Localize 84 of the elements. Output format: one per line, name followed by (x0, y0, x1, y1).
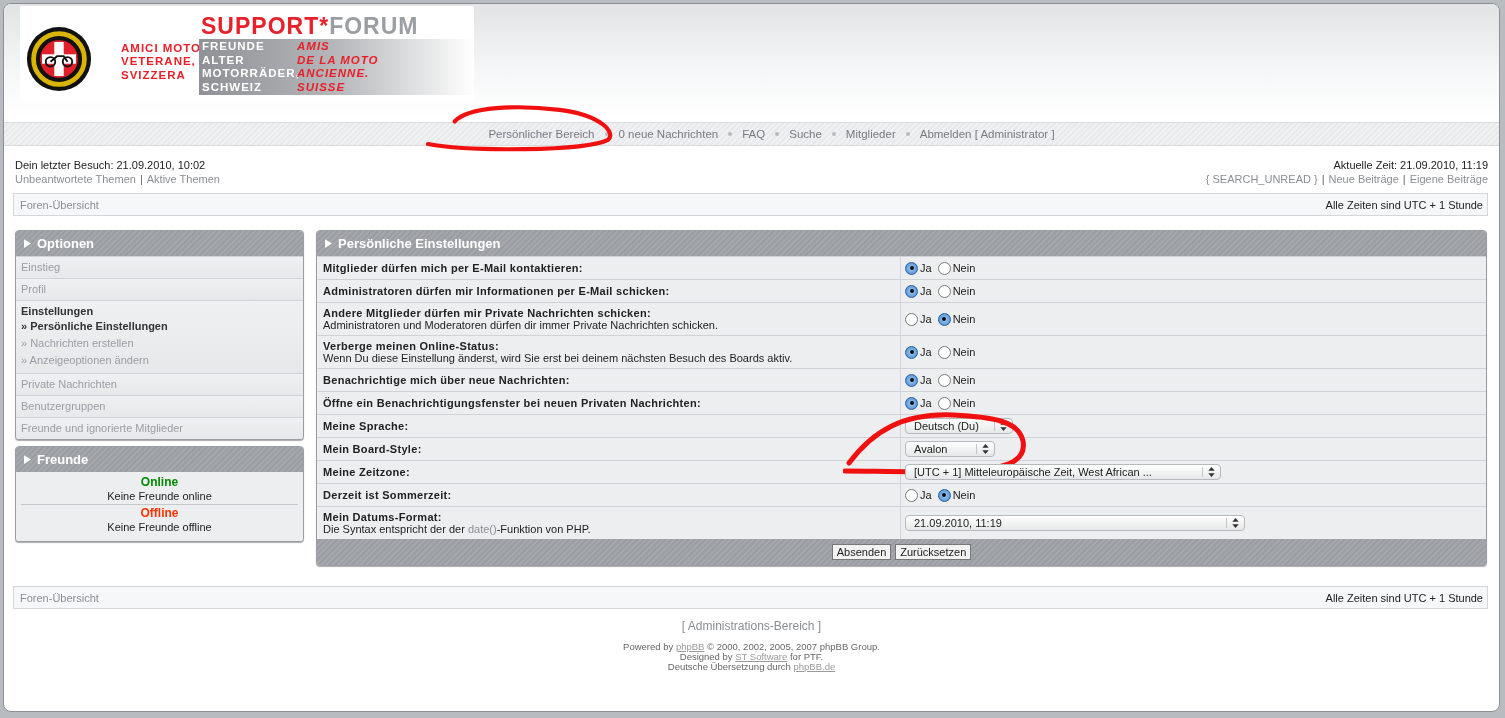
credits-text: Deutsche Übersetzung durch phpBB.de (667, 662, 836, 672)
radio-label[interactable]: Ja (920, 489, 932, 501)
banner-text: VETERANE, (121, 55, 197, 69)
posts-link[interactable]: Eigene Beiträge (1409, 172, 1488, 186)
radio-label[interactable]: Ja (920, 397, 932, 409)
timezone-text: Alle Zeiten sind UTC + 1 Stunde (1325, 198, 1483, 211)
setting-label: Andere Mitglieder dürfen mir Private Nachrichten schicken: (323, 307, 652, 319)
friend-status: Offline (140, 506, 179, 520)
friends-text: Keine Freunde offline (107, 520, 212, 534)
radio-label[interactable]: Ja (920, 313, 932, 325)
nav-link[interactable]: Suche (789, 128, 822, 140)
setting-label: Verberge meinen Online-Status: (323, 340, 500, 352)
hint-link[interactable]: date() (467, 523, 497, 535)
radio-label[interactable]: Ja (920, 374, 932, 386)
separator: | (1321, 172, 1325, 186)
credits-text: Powered by phpBB © 2000, 2002, 2005, 2007 phpBB Group. (623, 642, 880, 652)
setting-hint: Die Syntax entspricht der der date()-Funktion von PHP. (323, 523, 592, 535)
setting-label: Meine Sprache: (323, 420, 410, 432)
last-visit-text: Dein letzter Besuch: 21.09.2010, 10:02 (15, 158, 207, 172)
dropdown[interactable]: Avalon (905, 441, 995, 457)
current-time-text: Aktuelle Zeit: 21.09.2010, 11:19 (1333, 158, 1488, 172)
timezone-text: Alle Zeiten sind UTC + 1 Stunde (1325, 591, 1483, 604)
separator: | (139, 172, 143, 186)
banner-text: FREUNDE (202, 40, 266, 54)
menu-item[interactable]: Einstellungen (21, 305, 298, 318)
friend-status: Online (140, 475, 179, 489)
posts-link[interactable]: { SEARCH_UNREAD } (1205, 172, 1318, 186)
dropdown[interactable]: [UTC + 1] Mitteleuropäische Zeit, West African ... (905, 464, 1221, 480)
radio-label[interactable]: Nein (952, 397, 976, 409)
setting-label: Benachrichtige mich über neue Nachrichten: (323, 374, 571, 386)
banner-text: MOTORRÄDER, (202, 67, 297, 81)
banner-text: AMICI MOTO (121, 41, 199, 56)
setting-label: Öffne ein Benachrichtigungsfenster bei neuen Privaten Nachrichten: (323, 397, 702, 409)
submenu-item[interactable]: » Nachrichten erstellen (21, 335, 298, 352)
credits-link[interactable]: ST Software (735, 651, 788, 662)
radio-label[interactable]: Nein (952, 285, 976, 297)
radio-label[interactable]: Nein (952, 262, 976, 274)
banner-text: DE LA MOTO (297, 53, 379, 67)
setting-hint: Wenn Du diese Einstellung änderst, wird Sie erst bei deinem nächsten Besuch des Boards aktiv. (323, 352, 794, 364)
separator: | (1402, 172, 1406, 186)
forum-title: SUPPORT*FORUM (201, 13, 420, 39)
breadcrumb-link[interactable]: Foren-Übersicht (20, 198, 99, 211)
topic-link[interactable]: Unbeantwortete Themen (15, 172, 136, 186)
friends-text: Keine Freunde online (107, 489, 212, 503)
panel-title: Optionen (37, 236, 95, 251)
radio-label[interactable]: Ja (920, 346, 932, 358)
setting-label: Mein Datums-Format: (323, 511, 443, 523)
banner-text: AMIS (297, 40, 331, 54)
topic-link[interactable]: Aktive Themen (146, 172, 220, 186)
radio-label[interactable]: Nein (952, 374, 976, 386)
admin-link[interactable]: [ Administrations-Bereich ] (681, 619, 822, 633)
radio-label[interactable]: Nein (952, 346, 976, 358)
breadcrumb-link[interactable]: Foren-Übersicht (20, 591, 99, 604)
nav-link[interactable]: 0 neue Nachrichten (618, 128, 719, 140)
panel-title: Persönliche Einstellungen (338, 236, 501, 251)
nav-link[interactable]: Abmelden [ Administrator ] (919, 128, 1055, 140)
banner-text: SVIZZERA (121, 68, 187, 83)
submenu-item[interactable]: » Anzeigeoptionen ändern (21, 352, 298, 369)
banner-text: ALTER (202, 53, 246, 67)
setting-label: Mitglieder dürfen mich per E-Mail kontaktieren: (323, 262, 584, 274)
radio-label[interactable]: Ja (920, 285, 932, 297)
banner-text: ANCIENNE. (297, 67, 371, 81)
nav-link[interactable]: Persönlicher Bereich (488, 128, 595, 140)
setting-hint: Administratoren und Moderatoren dürfen dir immer Private Nachrichten schicken. (323, 319, 719, 331)
radio-label[interactable]: Nein (952, 313, 976, 325)
setting-label: Derzeit ist Sommerzeit: (323, 489, 453, 501)
form-button[interactable]: Zurücksetzen (895, 544, 972, 560)
nav-link[interactable]: FAQ (742, 128, 766, 140)
dropdown[interactable]: 21.09.2010, 11:19 (905, 515, 1245, 531)
credits-link[interactable]: phpBB (675, 641, 705, 652)
credits-text: Designed by ST Software for PTF. (679, 652, 824, 662)
radio-label[interactable]: Nein (952, 489, 976, 501)
setting-label: Mein Board-Style: (323, 443, 423, 455)
posts-link[interactable]: Neue Beiträge (1328, 172, 1399, 186)
submenu-item[interactable]: » Persönliche Einstellungen (21, 318, 298, 335)
form-button[interactable]: Absenden (831, 544, 892, 560)
setting-label: Administratoren dürfen mir Informationen per E-Mail schicken: (323, 285, 671, 297)
panel-title: Freunde (37, 452, 89, 467)
banner-text: SUISSE (297, 80, 347, 94)
nav-link[interactable]: Mitglieder (845, 128, 896, 140)
credits-link[interactable]: phpBB.de (793, 661, 836, 672)
banner-text: SCHWEIZ (202, 80, 264, 94)
radio-label[interactable]: Ja (920, 262, 932, 274)
setting-label: Meine Zeitzone: (323, 466, 411, 478)
